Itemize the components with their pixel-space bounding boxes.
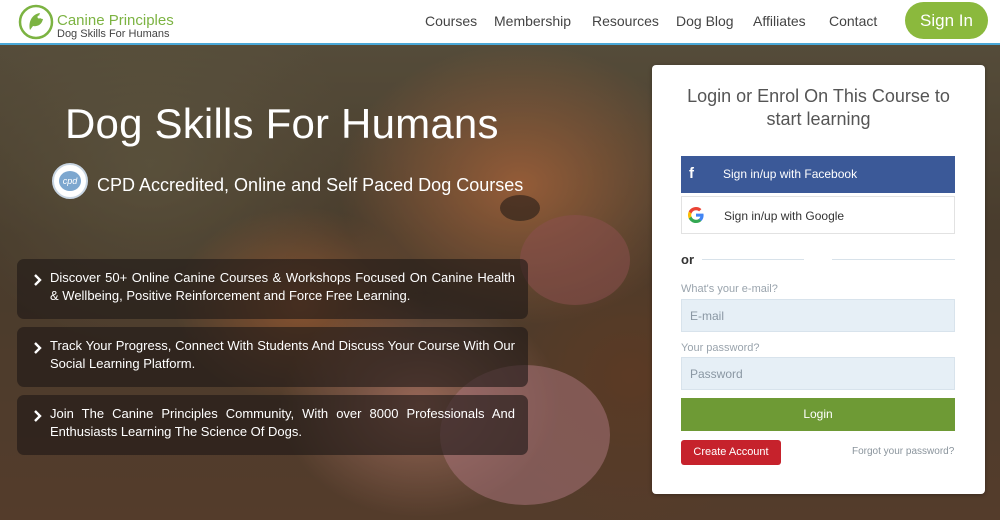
nav-courses[interactable]: Courses: [425, 13, 477, 29]
nav-membership[interactable]: Membership: [494, 13, 571, 29]
feature-item: Join The Canine Principles Community, Wi…: [17, 395, 528, 455]
nav-resources[interactable]: Resources: [592, 13, 659, 29]
facebook-signin-label: Sign in/up with Facebook: [723, 167, 858, 181]
chevron-right-icon: [34, 410, 42, 422]
feature-item: Track Your Progress, Connect With Studen…: [17, 327, 528, 387]
hero-title: Dog Skills For Humans: [65, 100, 499, 147]
site-logo[interactable]: Canine Principles Dog Skills For Humans: [18, 4, 218, 40]
feature-text: Join The Canine Principles Community, Wi…: [50, 406, 515, 439]
dog-logo-icon: [18, 4, 54, 40]
forgot-password-link[interactable]: Forgot your password?: [852, 446, 954, 457]
login-button[interactable]: Login: [681, 398, 955, 431]
facebook-icon: f: [689, 165, 694, 182]
login-card-title: Login or Enrol On This Course to start l…: [687, 86, 950, 129]
email-label: What's your e-mail?: [681, 283, 778, 295]
feature-item: Discover 50+ Online Canine Courses & Wor…: [17, 259, 528, 319]
email-field[interactable]: [681, 299, 955, 332]
logo-tagline: Dog Skills For Humans: [57, 28, 170, 40]
divider-line: [832, 259, 955, 260]
google-signin-label: Sign in/up with Google: [724, 209, 845, 223]
nav-contact[interactable]: Contact: [829, 13, 877, 29]
cpd-accreditation-text: CPD Accredited, Online and Self Paced Do…: [97, 175, 524, 195]
site-header: Canine Principles Dog Skills For Humans …: [0, 0, 1000, 45]
google-signin-button[interactable]: Sign in/up with Google: [681, 196, 955, 234]
nav-dog-blog[interactable]: Dog Blog: [676, 13, 734, 29]
feature-text: Track Your Progress, Connect With Studen…: [50, 338, 515, 371]
sign-in-button[interactable]: Sign In: [905, 2, 988, 39]
password-field[interactable]: [681, 357, 955, 390]
logo-name: Canine Principles: [57, 12, 174, 29]
cpd-badge-text: cpd: [59, 171, 81, 191]
cpd-badge-icon: cpd: [52, 163, 88, 199]
chevron-right-icon: [34, 274, 42, 286]
facebook-signin-button[interactable]: f Sign in/up with Facebook: [681, 156, 955, 193]
google-icon: [688, 207, 704, 223]
or-divider-label: or: [681, 252, 694, 267]
password-label: Your password?: [681, 342, 760, 354]
feature-text: Discover 50+ Online Canine Courses & Wor…: [50, 270, 515, 303]
chevron-right-icon: [34, 342, 42, 354]
main-nav: Courses Membership Resources Dog Blog Af…: [410, 0, 890, 43]
login-card: Login or Enrol On This Course to start l…: [652, 65, 985, 494]
divider-line: [702, 259, 804, 260]
nav-affiliates[interactable]: Affiliates: [753, 13, 806, 29]
create-account-button[interactable]: Create Account: [681, 440, 781, 465]
